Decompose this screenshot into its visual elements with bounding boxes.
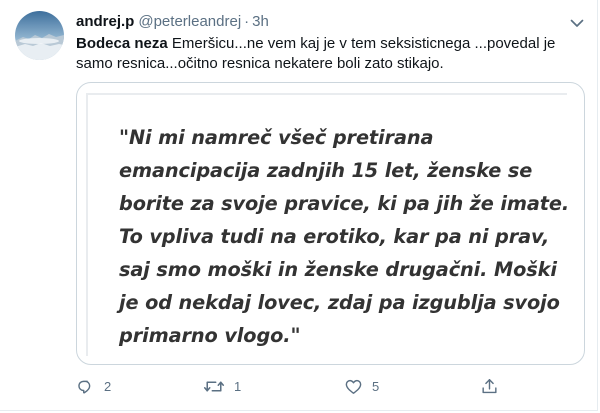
image-border-left: [86, 93, 88, 356]
separator-dot: ·: [244, 13, 250, 30]
mention-link[interactable]: Bodeca neza: [76, 35, 168, 52]
tweet[interactable]: andrej.p @peterleandrej · 3h Bodeca neza Em…: [0, 0, 598, 411]
reply-count: 2: [104, 378, 112, 394]
media-image: "Ni mi namreč všeč pretirana emancipacij…: [86, 93, 569, 356]
heart-icon: [344, 377, 363, 396]
like-count: 5: [372, 378, 380, 394]
like-button[interactable]: 5: [344, 374, 379, 398]
tweet-actions: 2 1 5: [76, 374, 586, 398]
avatar-image: [15, 11, 64, 60]
display-name[interactable]: andrej.p: [76, 13, 134, 30]
reply-button[interactable]: 2: [76, 374, 111, 398]
user-handle[interactable]: @peterleandrej: [138, 13, 241, 30]
retweet-count: 1: [234, 378, 242, 394]
share-button[interactable]: [480, 374, 499, 398]
avatar[interactable]: [15, 11, 64, 60]
chevron-down-icon[interactable]: [566, 12, 588, 34]
timestamp[interactable]: 3h: [252, 13, 269, 30]
tweet-header: andrej.p @peterleandrej · 3h: [76, 12, 269, 32]
share-icon: [480, 377, 499, 396]
image-border-top: [86, 93, 567, 95]
retweet-button[interactable]: 1: [203, 374, 241, 398]
media-quote-text: "Ni mi namreč všeč pretirana emancipacij…: [119, 126, 570, 347]
reply-icon: [76, 377, 95, 396]
tweet-text: Bodeca neza Emeršicu...ne vem kaj je v t…: [76, 34, 586, 74]
tweet-media[interactable]: "Ni mi namreč všeč pretirana emancipacij…: [76, 82, 585, 365]
retweet-icon: [203, 377, 225, 396]
